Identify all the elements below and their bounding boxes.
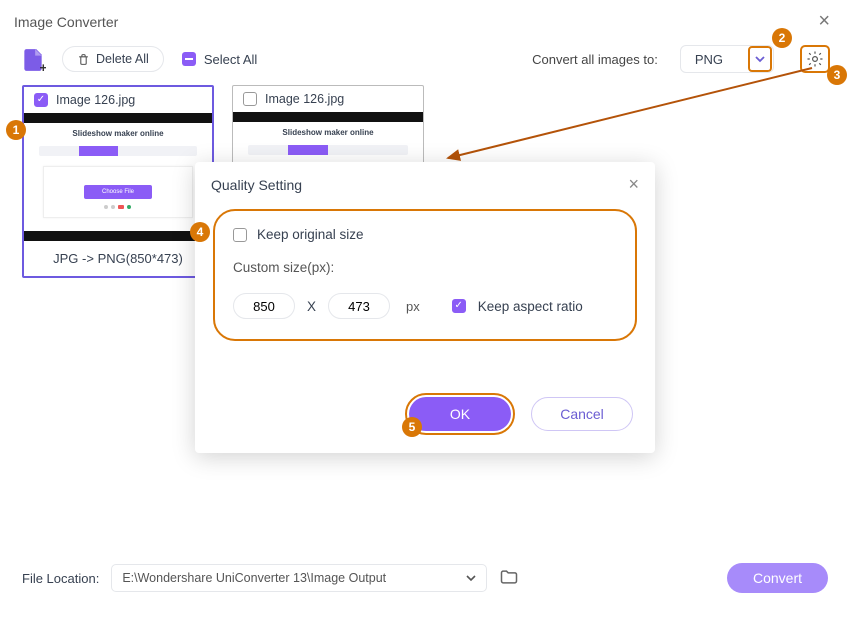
select-all-label: Select All — [204, 52, 257, 67]
annotation-badge-5: 5 — [402, 417, 422, 437]
keep-original-label: Keep original size — [257, 227, 364, 242]
annotation-badge-2: 2 — [772, 28, 792, 48]
image-item[interactable]: Image 126.jpg Slideshow maker online Cho… — [22, 85, 214, 278]
dialog-title: Quality Setting — [211, 177, 302, 193]
window-title: Image Converter — [14, 14, 118, 30]
format-caret-icon[interactable] — [748, 46, 772, 72]
image-thumbnail: Slideshow maker online Choose File — [24, 113, 212, 241]
open-folder-button[interactable] — [499, 567, 519, 590]
select-all-checkbox-icon — [182, 52, 196, 66]
add-image-icon[interactable]: + — [20, 47, 44, 71]
file-location-select[interactable]: E:\Wondershare UniConverter 13\Image Out… — [111, 564, 487, 592]
trash-icon — [77, 53, 90, 66]
cancel-button[interactable]: Cancel — [531, 397, 633, 431]
chevron-down-icon — [466, 573, 476, 583]
quality-settings-button[interactable] — [800, 45, 830, 73]
annotation-badge-3: 3 — [827, 65, 847, 85]
gear-icon — [806, 50, 824, 68]
ok-button[interactable]: OK — [409, 397, 511, 431]
format-select[interactable]: PNG — [680, 45, 774, 73]
keep-original-checkbox[interactable] — [233, 228, 247, 242]
convert-all-label: Convert all images to: — [532, 52, 658, 67]
annotation-badge-1: 1 — [6, 120, 26, 140]
image-filename: Image 126.jpg — [56, 93, 135, 107]
aspect-ratio-checkbox[interactable] — [452, 299, 466, 313]
window-close-button[interactable]: × — [812, 8, 836, 35]
quality-setting-dialog: Quality Setting × Keep original size Cus… — [195, 162, 655, 453]
delete-all-button[interactable]: Delete All — [62, 46, 164, 72]
convert-button[interactable]: Convert — [727, 563, 828, 593]
footer-bar: File Location: E:\Wondershare UniConvert… — [0, 549, 850, 617]
image-checkbox[interactable] — [34, 93, 48, 107]
image-converter-window: Image Converter × + Delete All Select Al… — [0, 0, 850, 617]
dimension-separator: X — [307, 299, 316, 314]
titlebar: Image Converter × — [0, 0, 850, 39]
custom-size-label: Custom size(px): — [233, 260, 334, 275]
quality-options-group: Keep original size Custom size(px): X px… — [213, 209, 637, 341]
format-selected-value: PNG — [681, 52, 747, 67]
delete-all-label: Delete All — [96, 52, 149, 66]
px-unit-label: px — [406, 299, 420, 314]
file-location-path: E:\Wondershare UniConverter 13\Image Out… — [122, 571, 386, 585]
aspect-ratio-label: Keep aspect ratio — [478, 299, 583, 314]
width-input[interactable] — [233, 293, 295, 319]
toolbar: + Delete All Select All Convert all imag… — [0, 39, 850, 85]
height-input[interactable] — [328, 293, 390, 319]
image-conversion-info: JPG -> PNG(850*473) — [24, 241, 212, 276]
select-all-toggle[interactable]: Select All — [182, 52, 257, 67]
file-location-label: File Location: — [22, 571, 99, 586]
image-filename: Image 126.jpg — [265, 92, 344, 106]
svg-text:+: + — [40, 60, 47, 73]
dialog-close-button[interactable]: × — [628, 174, 639, 195]
image-checkbox[interactable] — [243, 92, 257, 106]
annotation-badge-4: 4 — [190, 222, 210, 242]
